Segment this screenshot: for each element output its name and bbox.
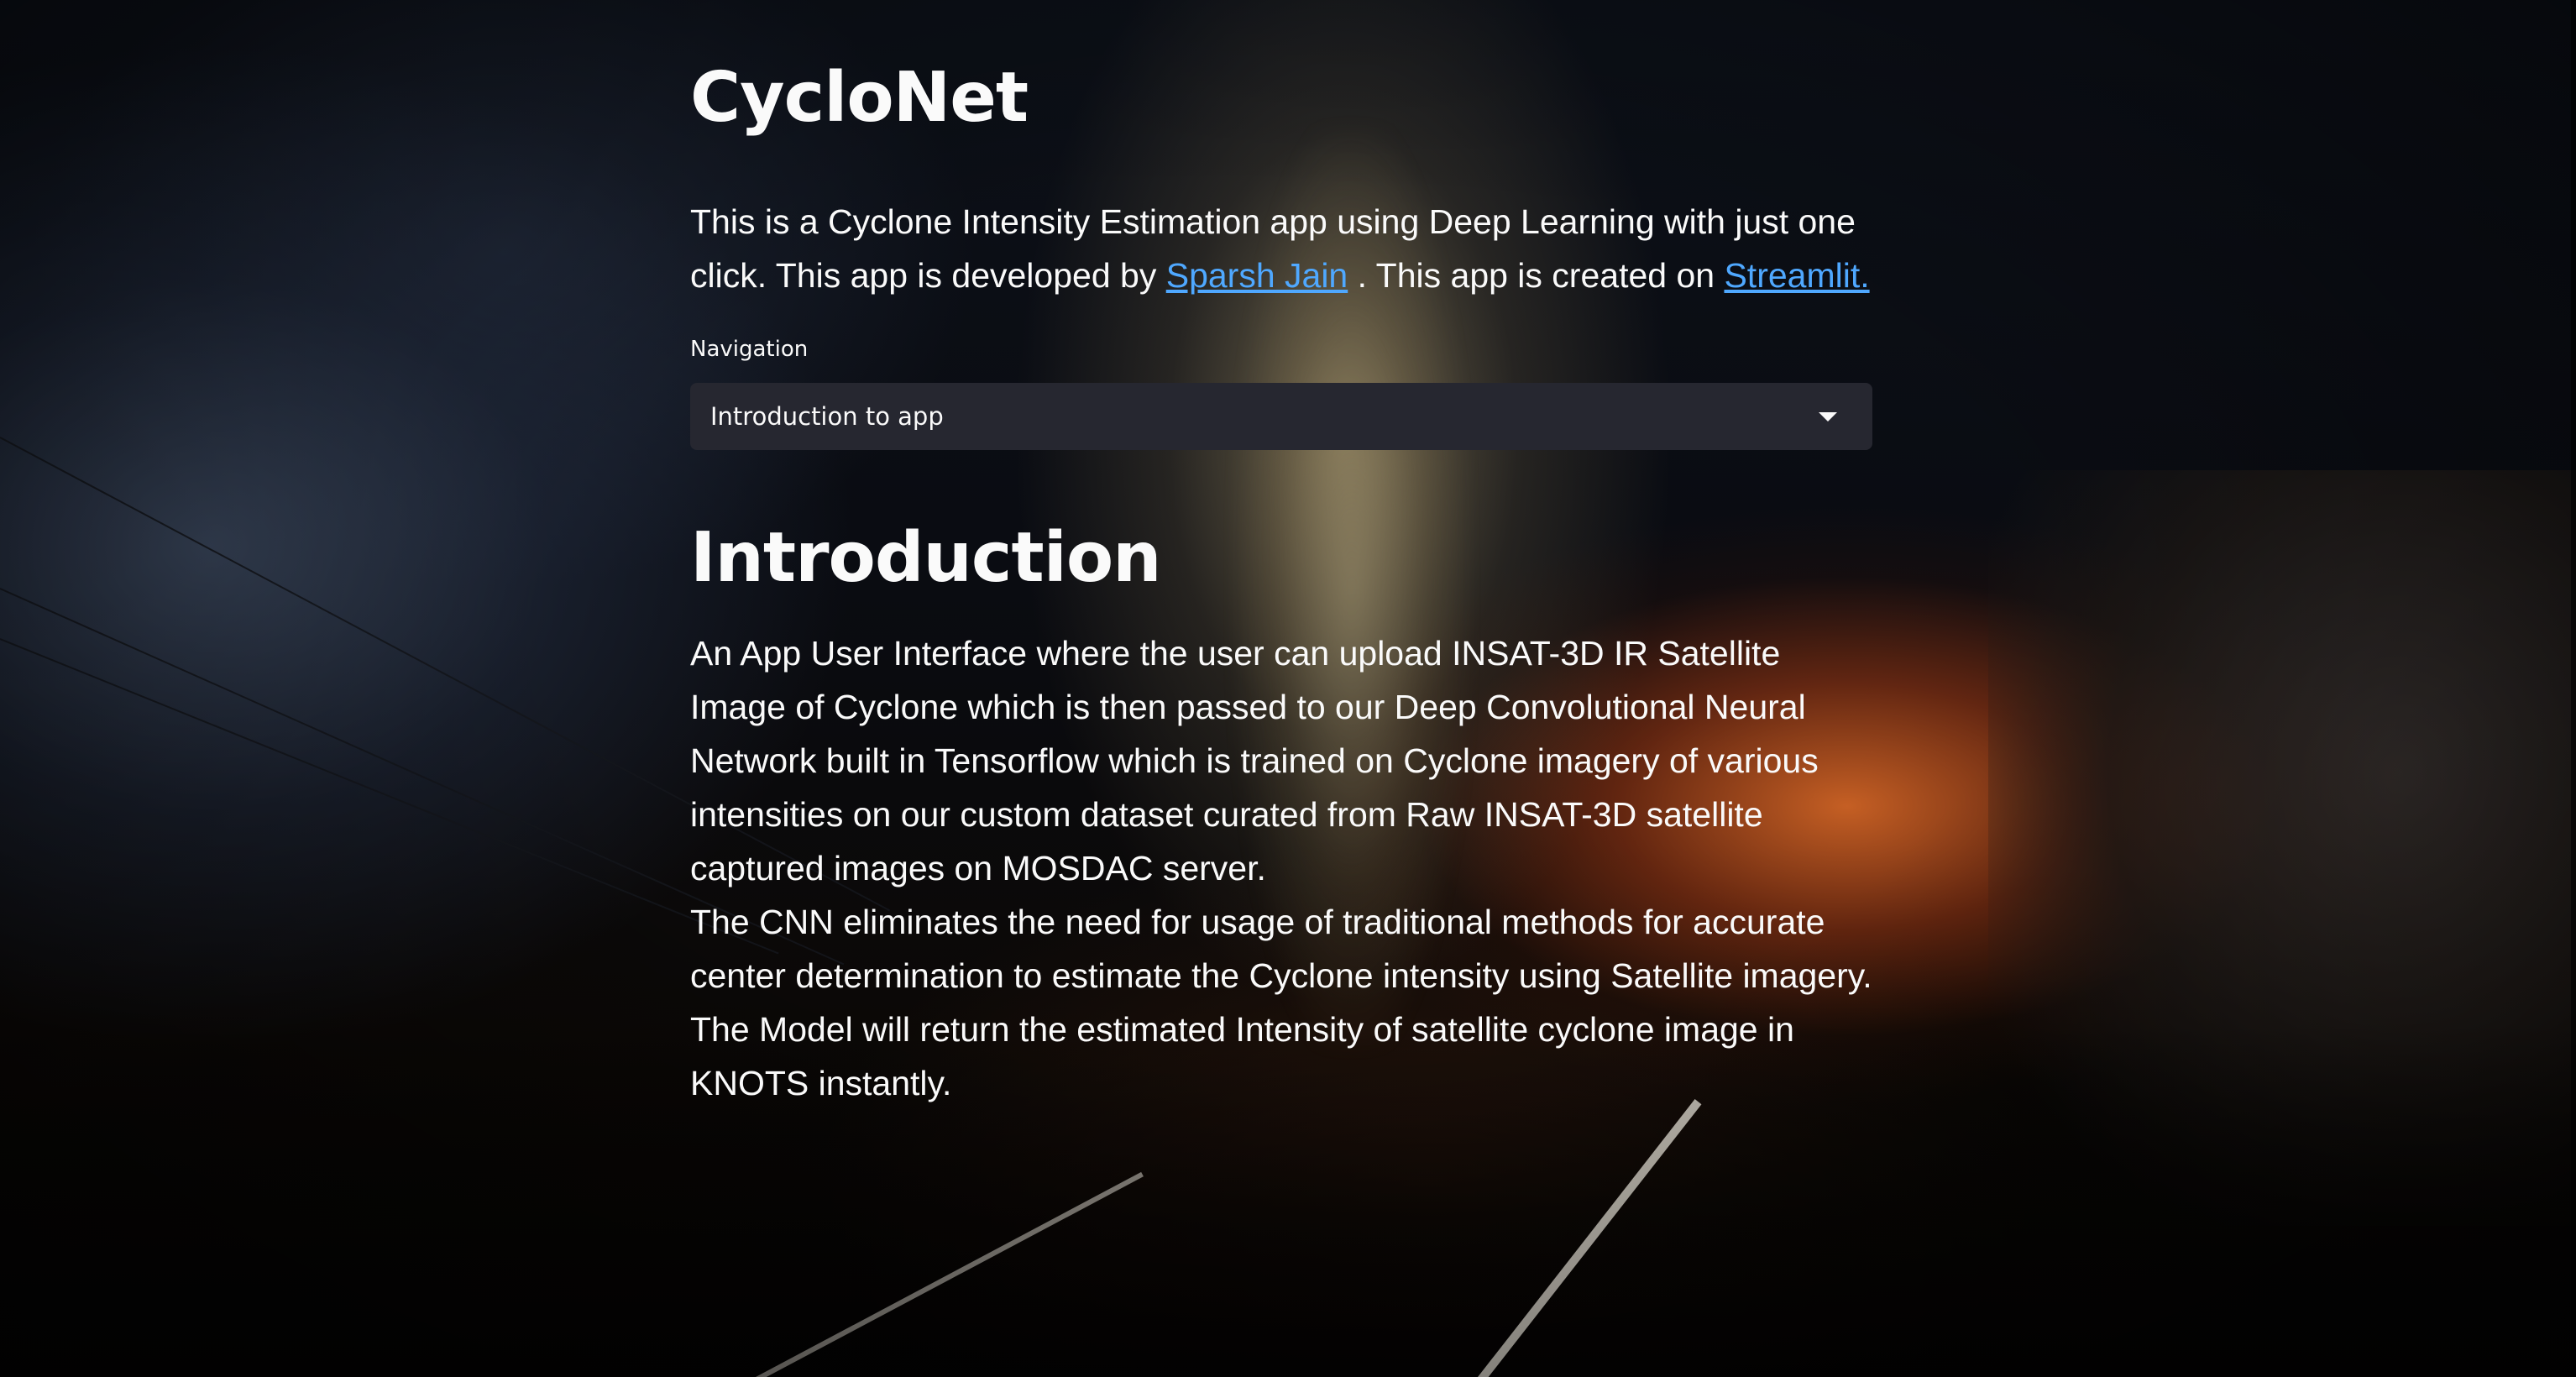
section-body: An App User Interface where the user can… [690, 626, 1882, 1110]
chevron-down-icon[interactable] [1819, 411, 1837, 421]
section-paragraph-2: The CNN eliminates the need for usage of… [690, 903, 1872, 995]
app-title: CycloNet [690, 58, 1029, 138]
navigation-selected-value: Introduction to app [710, 402, 944, 431]
section-paragraph-3: The Model will return the estimated Inte… [690, 1010, 1794, 1102]
intro-paragraph: This is a Cyclone Intensity Estimation a… [690, 195, 1882, 302]
navigation-label: Navigation [690, 337, 809, 362]
scrollbar-track[interactable] [2571, 0, 2576, 1377]
streamlit-link[interactable]: Streamlit. [1724, 256, 1869, 295]
navigation-select[interactable]: Introduction to app [690, 383, 1872, 450]
section-paragraph-1: An App User Interface where the user can… [690, 634, 1819, 887]
intro-text-part-2: . This app is created on [1348, 256, 1725, 295]
section-heading: Introduction [690, 518, 1162, 598]
author-link[interactable]: Sparsh Jain [1166, 256, 1348, 295]
